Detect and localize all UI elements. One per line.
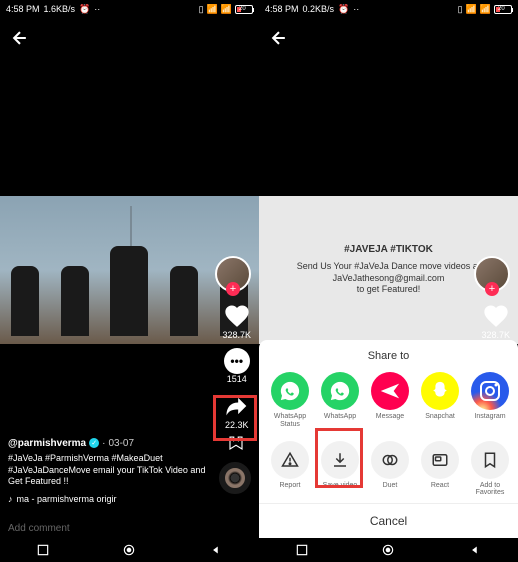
battery-icon: 20 [235, 5, 253, 14]
status-bar: 4:58 PM 1.6KB/s ⏰ ·· ▯ 📶 📶 20 [0, 0, 259, 18]
highlight-annotation [315, 428, 363, 488]
status-speed: 0.2KB/s [303, 4, 335, 14]
add-comment-input[interactable]: Add comment [8, 523, 70, 534]
video-info: @parmishverma ✓ · 03-07 #JaVeJa #Parmish… [8, 438, 209, 504]
signal-icon: 📶 [221, 4, 232, 15]
creator-avatar[interactable] [474, 256, 510, 292]
more-icon: ·· [353, 4, 359, 14]
video-text-1: Send Us Your #JaVeJa Dance move videos a… [297, 261, 481, 273]
share-title: Share to [259, 350, 518, 362]
like-count: 328.7K [481, 330, 510, 340]
post-date: 03-07 [108, 438, 134, 449]
alarm-icon: ⏰ [79, 4, 90, 15]
like-button[interactable]: 328.7K [481, 302, 510, 340]
alarm-icon: ⏰ [338, 4, 349, 15]
back-button[interactable] [269, 28, 289, 54]
battery-icon: 20 [494, 5, 512, 14]
nav-back[interactable] [209, 543, 223, 557]
music-info[interactable]: ♪ ma - parmishverma origir [8, 494, 209, 504]
nav-recent[interactable] [36, 543, 50, 557]
action-add-to-favorites[interactable]: Add to Favorites [465, 441, 515, 497]
signal-icon: 📶 [466, 4, 477, 15]
share-app-whatsapp[interactable]: WhatsApp [315, 372, 365, 428]
video-text-2: JaVeJathesong@gmail.com [333, 273, 445, 285]
back-button[interactable] [10, 28, 30, 54]
signal-icon: 📶 [480, 4, 491, 15]
share-app-instagram[interactable]: Instagram [465, 372, 515, 428]
music-icon: ♪ [8, 494, 13, 504]
nav-bar [0, 538, 259, 562]
action-duet[interactable]: Duet [365, 441, 415, 497]
highlight-annotation [213, 395, 257, 441]
sim-icon: ▯ [458, 4, 463, 15]
creator-avatar[interactable] [215, 256, 251, 292]
status-time: 4:58 PM [6, 4, 40, 14]
nav-recent[interactable] [295, 543, 309, 557]
comment-count: 1514 [227, 374, 247, 384]
username[interactable]: @parmishverma [8, 438, 86, 449]
video-hashtags: #JAVEJA #TIKTOK [344, 244, 433, 255]
share-app-whatsapp-status[interactable]: WhatsApp Status [265, 372, 315, 428]
sim-icon: ▯ [199, 4, 204, 15]
right-screenshot: 4:58 PM 0.2KB/s ⏰ ·· ▯ 📶 📶 20 #JAVEJA #T… [259, 0, 518, 562]
nav-bar [259, 538, 518, 562]
status-bar: 4:58 PM 0.2KB/s ⏰ ·· ▯ 📶 📶 20 [259, 0, 518, 18]
like-count: 328.7K [222, 330, 251, 340]
status-speed: 1.6KB/s [44, 4, 76, 14]
cancel-button[interactable]: Cancel [259, 503, 518, 538]
nav-home[interactable] [122, 543, 136, 557]
left-screenshot: 4:58 PM 1.6KB/s ⏰ ·· ▯ 📶 📶 20 [0, 0, 259, 562]
video-text-3: to get Featured! [357, 284, 421, 296]
share-app-snapchat[interactable]: Snapchat [415, 372, 465, 428]
share-app-message[interactable]: Message [365, 372, 415, 428]
share-sheet: Share to WhatsApp StatusWhatsAppMessageS… [259, 340, 518, 538]
more-icon: ·· [94, 4, 100, 14]
caption: #JaVeJa #ParmishVerma #MakeaDuet #JaVeJa… [8, 453, 209, 488]
nav-back[interactable] [468, 543, 482, 557]
comment-button[interactable]: ••• 1514 [224, 348, 250, 384]
action-react[interactable]: React [415, 441, 465, 497]
signal-icon: 📶 [207, 4, 218, 15]
like-button[interactable]: 328.7K [222, 302, 251, 340]
action-report[interactable]: Report [265, 441, 315, 497]
status-time: 4:58 PM [265, 4, 299, 14]
verified-icon: ✓ [89, 438, 99, 448]
nav-home[interactable] [381, 543, 395, 557]
music-disc[interactable] [219, 462, 251, 494]
